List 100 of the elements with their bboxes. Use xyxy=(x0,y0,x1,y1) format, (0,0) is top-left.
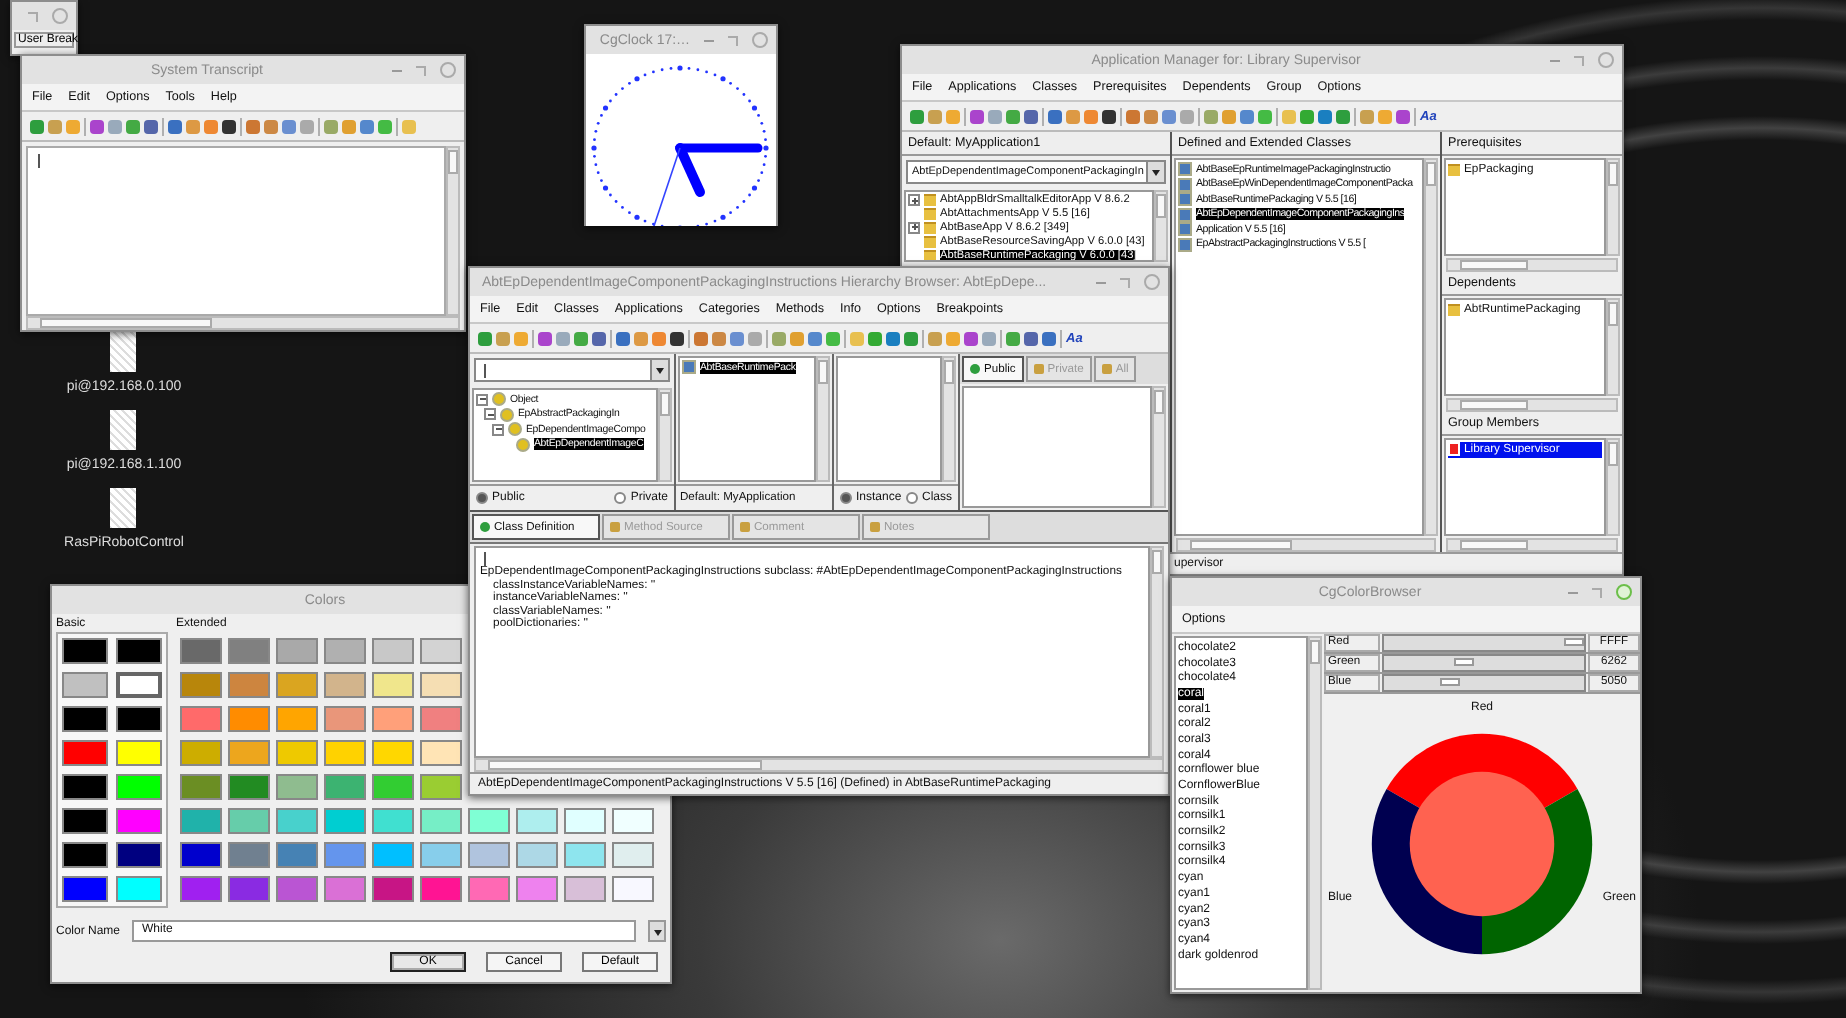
color-swatch[interactable] xyxy=(276,706,318,732)
color-swatch[interactable] xyxy=(180,842,222,868)
scrollbar[interactable] xyxy=(1152,386,1166,508)
scroll-thumb[interactable] xyxy=(1608,302,1618,326)
text-area[interactable] xyxy=(26,146,446,316)
maximize-icon[interactable] xyxy=(727,35,738,45)
color-swatch[interactable] xyxy=(116,638,162,664)
scrollbar[interactable] xyxy=(1154,190,1168,262)
minimize-icon[interactable] xyxy=(1567,591,1578,593)
color-swatch[interactable] xyxy=(324,876,366,902)
color-swatch[interactable] xyxy=(420,706,462,732)
color-swatch[interactable] xyxy=(62,638,108,664)
slider-thumb[interactable] xyxy=(1564,638,1584,646)
scrollbar[interactable] xyxy=(446,146,460,316)
scrollbar[interactable] xyxy=(658,388,672,482)
scroll-thumb[interactable] xyxy=(1608,162,1618,186)
color-swatch[interactable] xyxy=(612,808,654,834)
color-swatch[interactable] xyxy=(228,638,270,664)
color-swatch[interactable] xyxy=(116,774,162,800)
color-swatch[interactable] xyxy=(324,774,366,800)
color-swatch[interactable] xyxy=(228,876,270,902)
color-swatch[interactable] xyxy=(276,740,318,766)
scrollbar[interactable] xyxy=(1446,538,1618,552)
color-swatch[interactable] xyxy=(62,774,108,800)
scroll-thumb[interactable] xyxy=(1460,540,1528,550)
color-swatch[interactable] xyxy=(228,740,270,766)
slider-thumb[interactable] xyxy=(1454,658,1474,666)
color-swatch[interactable] xyxy=(180,774,222,800)
color-swatch[interactable] xyxy=(62,876,108,902)
scrollbar[interactable] xyxy=(942,356,956,482)
maximize-icon[interactable] xyxy=(1120,277,1130,287)
color-swatch[interactable] xyxy=(372,842,414,868)
scroll-thumb[interactable] xyxy=(818,360,828,384)
scrollbar[interactable] xyxy=(1446,258,1618,272)
file-icon[interactable] xyxy=(110,332,137,372)
color-swatch[interactable] xyxy=(516,842,558,868)
color-swatch[interactable] xyxy=(420,638,462,664)
color-swatch[interactable] xyxy=(228,842,270,868)
scroll-thumb[interactable] xyxy=(488,760,763,770)
color-swatch[interactable] xyxy=(228,672,270,698)
close-icon[interactable] xyxy=(439,62,456,78)
color-swatch[interactable] xyxy=(324,706,366,732)
minimize-icon[interactable] xyxy=(703,39,714,41)
color-swatch[interactable] xyxy=(276,876,318,902)
color-swatch[interactable] xyxy=(116,876,162,902)
color-swatch[interactable] xyxy=(228,706,270,732)
color-swatch[interactable] xyxy=(276,638,318,664)
scroll-thumb[interactable] xyxy=(40,318,212,328)
scrollbar[interactable] xyxy=(1308,636,1322,990)
scroll-thumb[interactable] xyxy=(1154,390,1164,414)
scroll-thumb[interactable] xyxy=(1190,540,1293,550)
color-swatch[interactable] xyxy=(180,706,222,732)
scroll-thumb[interactable] xyxy=(1460,260,1528,270)
color-swatch[interactable] xyxy=(116,808,162,834)
color-swatch[interactable] xyxy=(276,774,318,800)
maximize-icon[interactable] xyxy=(28,11,38,21)
file-icon[interactable] xyxy=(110,410,137,450)
scrollbar[interactable] xyxy=(1606,438,1620,536)
color-swatch[interactable] xyxy=(372,638,414,664)
color-swatch[interactable] xyxy=(228,808,270,834)
color-swatch[interactable] xyxy=(468,808,510,834)
minimize-icon[interactable] xyxy=(391,69,402,71)
color-swatch[interactable] xyxy=(324,808,366,834)
file-icon[interactable] xyxy=(110,488,137,528)
color-swatch[interactable] xyxy=(420,808,462,834)
color-swatch[interactable] xyxy=(564,808,606,834)
scroll-thumb[interactable] xyxy=(1426,162,1436,186)
scroll-thumb[interactable] xyxy=(1156,194,1166,218)
color-swatch[interactable] xyxy=(372,706,414,732)
color-swatch[interactable] xyxy=(276,672,318,698)
scroll-thumb[interactable] xyxy=(944,360,954,384)
scroll-thumb[interactable] xyxy=(1460,400,1528,410)
slider-track[interactable] xyxy=(1382,634,1586,652)
code-editor[interactable] xyxy=(474,546,1150,758)
color-swatch[interactable] xyxy=(180,876,222,902)
close-icon[interactable] xyxy=(1615,584,1632,600)
scrollbar[interactable] xyxy=(1424,158,1438,536)
color-swatch[interactable] xyxy=(180,672,222,698)
color-swatch[interactable] xyxy=(372,808,414,834)
scroll-thumb[interactable] xyxy=(660,392,670,416)
color-swatch[interactable] xyxy=(516,808,558,834)
scrollbar[interactable] xyxy=(1176,538,1436,552)
maximize-icon[interactable] xyxy=(415,65,426,75)
scroll-thumb[interactable] xyxy=(448,150,458,174)
color-swatch[interactable] xyxy=(372,774,414,800)
color-swatch[interactable] xyxy=(324,842,366,868)
color-swatch[interactable] xyxy=(372,876,414,902)
color-swatch[interactable] xyxy=(116,672,162,698)
color-swatch[interactable] xyxy=(180,808,222,834)
color-swatch[interactable] xyxy=(420,842,462,868)
slider-track[interactable] xyxy=(1382,674,1586,692)
color-swatch[interactable] xyxy=(228,774,270,800)
color-swatch[interactable] xyxy=(468,876,510,902)
color-swatch[interactable] xyxy=(116,740,162,766)
slider-thumb[interactable] xyxy=(1440,678,1460,686)
color-swatch[interactable] xyxy=(180,740,222,766)
color-swatch[interactable] xyxy=(516,876,558,902)
scrollbar[interactable] xyxy=(26,316,460,330)
scrollbar[interactable] xyxy=(1446,398,1618,412)
color-swatch[interactable] xyxy=(62,706,108,732)
